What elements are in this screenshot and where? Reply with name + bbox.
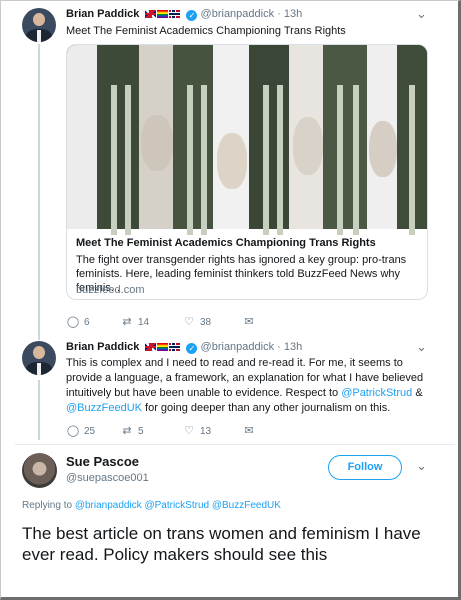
- replying-prefix: Replying to: [22, 500, 75, 511]
- card-title: Meet The Feminist Academics Championing …: [76, 237, 376, 249]
- flag-emojis: [145, 342, 181, 354]
- divider: [15, 444, 455, 445]
- heart-icon: ♡: [184, 425, 194, 437]
- author-name[interactable]: Brian Paddick: [66, 8, 139, 20]
- card-domain: buzzfeed.com: [76, 284, 145, 296]
- card-image: [67, 45, 427, 235]
- avatar-brian-paddick[interactable]: [22, 8, 56, 42]
- reply-icon: ◯: [66, 316, 80, 328]
- thread-line: [38, 44, 40, 340]
- tweet-text-part: for going deeper than any other journali…: [141, 402, 391, 414]
- author-handle[interactable]: @suepascoe001: [66, 472, 149, 484]
- retweet-count: 14: [138, 317, 150, 328]
- tweet-text: Meet The Feminist Academics Championing …: [66, 25, 346, 37]
- like-button[interactable]: ♡ 13: [182, 424, 211, 437]
- reply-count: 6: [84, 317, 90, 328]
- verified-badge-icon: ✓: [186, 10, 198, 21]
- tweet-text: This is complex and I need to read and r…: [66, 356, 436, 416]
- uk-flag-icon: [145, 10, 157, 18]
- tweet-actions: ◯ 6 ⇄ 14 ♡ 38 ✉: [66, 315, 266, 329]
- reply-button[interactable]: ◯ 25: [66, 424, 95, 437]
- link-card[interactable]: Meet The Feminist Academics Championing …: [66, 44, 428, 300]
- thread-line: [38, 380, 40, 440]
- message-button[interactable]: ✉: [242, 424, 260, 437]
- heart-icon: ♡: [184, 316, 194, 328]
- tweet-actions: ◯ 25 ⇄ 5 ♡ 13 ✉: [66, 424, 266, 438]
- author-handle[interactable]: @brianpaddick: [201, 341, 275, 353]
- envelope-icon: ✉: [244, 316, 254, 328]
- retweet-icon: ⇄: [122, 425, 132, 437]
- like-count: 38: [200, 317, 212, 328]
- norway-flag-icon: [169, 343, 181, 351]
- reply-icon: ◯: [66, 425, 80, 437]
- avatar-sue-pascoe[interactable]: [22, 453, 57, 488]
- chevron-down-icon[interactable]: ⌄: [416, 458, 427, 474]
- message-button[interactable]: ✉: [242, 315, 260, 328]
- author-handle[interactable]: @brianpaddick: [201, 8, 275, 20]
- replying-to: Replying to @brianpaddick @PatrickStrud …: [22, 500, 281, 511]
- chevron-down-icon[interactable]: ⌄: [416, 339, 427, 355]
- retweet-count: 5: [138, 426, 144, 437]
- mention-patrickstrud[interactable]: @PatrickStrud: [341, 387, 412, 399]
- envelope-icon: ✉: [244, 425, 254, 437]
- rainbow-flag-icon: [157, 10, 169, 18]
- tweet-header: Brian Paddick ✓ @brianpaddick · 13h: [66, 341, 302, 354]
- author-name[interactable]: Brian Paddick: [66, 341, 139, 353]
- focused-tweet-text: The best article on trans women and femi…: [22, 524, 421, 564]
- mention-buzzfeeduk[interactable]: @BuzzFeedUK: [66, 402, 142, 414]
- reply-button[interactable]: ◯ 6: [66, 315, 90, 328]
- reply-count: 25: [84, 426, 96, 437]
- tweet-text-part: &: [412, 387, 423, 399]
- flag-emojis: [145, 9, 181, 21]
- like-count: 13: [200, 426, 212, 437]
- tweet-time[interactable]: · 13h: [277, 341, 302, 353]
- author-name[interactable]: Sue Pascoe: [66, 454, 139, 469]
- uk-flag-icon: [145, 343, 157, 351]
- tweet-header: Brian Paddick ✓ @brianpaddick · 13h: [66, 8, 302, 21]
- like-button[interactable]: ♡ 38: [182, 315, 211, 328]
- verified-badge-icon: ✓: [186, 343, 198, 354]
- norway-flag-icon: [169, 10, 181, 18]
- retweet-icon: ⇄: [122, 316, 132, 328]
- rainbow-flag-icon: [157, 343, 169, 351]
- chevron-down-icon[interactable]: ⌄: [416, 6, 427, 22]
- tweet-time[interactable]: · 13h: [277, 8, 302, 20]
- replying-to-mentions[interactable]: @brianpaddick @PatrickStrud @BuzzFeedUK: [75, 500, 281, 511]
- retweet-button[interactable]: ⇄ 5: [120, 424, 144, 437]
- avatar-brian-paddick[interactable]: [22, 341, 56, 375]
- retweet-button[interactable]: ⇄ 14: [120, 315, 149, 328]
- follow-button[interactable]: Follow: [328, 455, 402, 480]
